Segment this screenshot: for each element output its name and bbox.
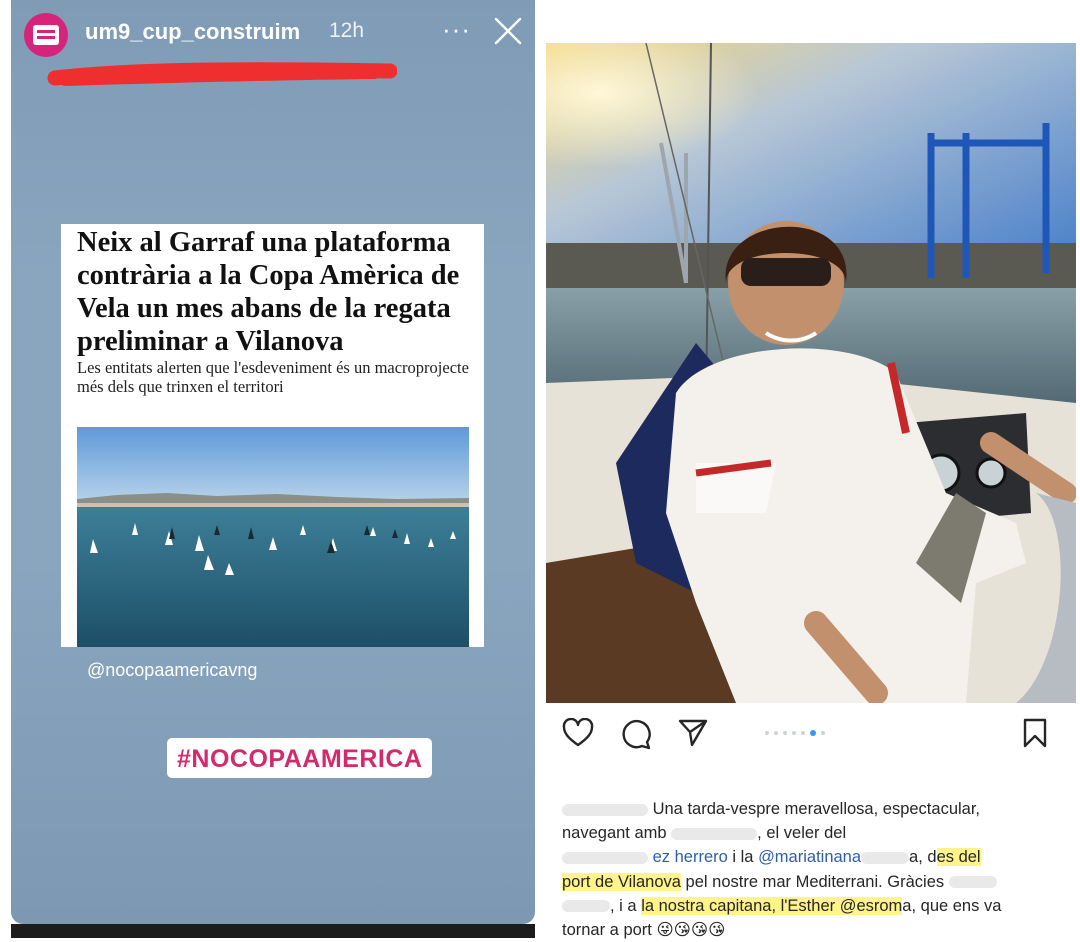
highlighted-text: la nostra capitana, l'Esther @esrom <box>641 896 903 915</box>
caption-line: ez herrero i la @mariatinana a, des del <box>562 845 1067 869</box>
caption-text: , el veler del <box>757 824 847 843</box>
more-options-icon[interactable]: ··· <box>442 14 471 45</box>
instagram-post: Una tarda-vespre meravellosa, espectacul… <box>540 0 1080 939</box>
post-photo[interactable] <box>546 43 1076 703</box>
story-timestamp: 12h <box>329 19 365 42</box>
caption-emoji: 😜😘😘😘 <box>656 921 726 940</box>
heart-icon[interactable] <box>562 718 594 748</box>
close-icon[interactable] <box>493 16 523 46</box>
caption-text: a, que ens va <box>902 896 1002 915</box>
share-icon[interactable] <box>678 718 708 748</box>
article-subhead: Les entitats alerten que l'esdeveniment … <box>77 358 469 396</box>
caption-text: Una tarda-vespre meravellosa, espectacul… <box>652 800 981 818</box>
instagram-story: um9_cup_construim 12h ··· Neix al Garraf… <box>0 0 540 938</box>
story-username[interactable]: um9_cup_construim <box>85 19 300 45</box>
bookmark-icon[interactable] <box>1022 718 1048 748</box>
carousel-dot <box>774 731 778 735</box>
redacted-mention <box>562 852 648 865</box>
post-caption: Una tarda-vespre meravellosa, espectacul… <box>562 797 1067 942</box>
redacted-mention <box>861 852 910 865</box>
caption-line: , i a la nostra capitana, l'Esther @esro… <box>562 894 1067 918</box>
caption-line: port de Vilanova pel nostre mar Mediterr… <box>562 870 1067 894</box>
comment-icon[interactable] <box>620 718 652 750</box>
caption-line: Una tarda-vespre meravellosa, espectacul… <box>562 797 1067 821</box>
story-card[interactable]: um9_cup_construim 12h ··· Neix al Garraf… <box>11 0 535 924</box>
account-logo-icon <box>33 25 59 45</box>
carousel-indicator <box>765 730 825 736</box>
caption-text: i la <box>727 848 759 867</box>
caption-text: , i a <box>610 896 642 915</box>
redacted-mention <box>948 876 997 889</box>
carousel-dot <box>792 731 796 735</box>
caption-text: tornar a port <box>562 921 652 940</box>
redaction-scribble <box>47 62 397 86</box>
caption-text: pel nostre mar Mediterrani. Gràcies <box>680 872 945 891</box>
carousel-dot <box>821 731 825 735</box>
carousel-dot <box>765 731 769 735</box>
caption-text: a, d <box>909 848 937 867</box>
post-action-bar <box>540 704 1080 764</box>
redacted-mention <box>671 827 758 840</box>
story-mention[interactable]: @nocopaamericavng <box>87 660 257 681</box>
caption-line: navegant amb , el veler del <box>562 821 1067 845</box>
redacted-mention <box>562 900 610 913</box>
carousel-dot-active <box>810 730 816 736</box>
account-avatar[interactable] <box>24 13 68 57</box>
shared-article-card[interactable]: Neix al Garraf una plataforma contrària … <box>61 224 484 647</box>
carousel-dot <box>801 731 805 735</box>
caption-mention[interactable]: ez herrero <box>653 848 728 866</box>
caption-mention[interactable]: @mariatinana <box>758 848 861 866</box>
story-bottom-bar <box>11 924 535 938</box>
hashtag-sticker[interactable]: #NOCOPAAMERICA <box>167 738 433 778</box>
regatta-photo <box>77 427 469 647</box>
caption-line: tornar a port 😜😘😘😘 <box>562 918 1067 942</box>
article-headline: Neix al Garraf una plataforma contrària … <box>77 227 460 357</box>
caption-text: navegant amb <box>562 824 667 843</box>
story-header: um9_cup_construim 12h ··· <box>11 0 535 64</box>
redacted-username <box>562 803 648 816</box>
highlighted-text: port de Vilanova <box>562 872 681 891</box>
carousel-dot <box>783 731 787 735</box>
highlighted-text: es del <box>936 848 981 867</box>
